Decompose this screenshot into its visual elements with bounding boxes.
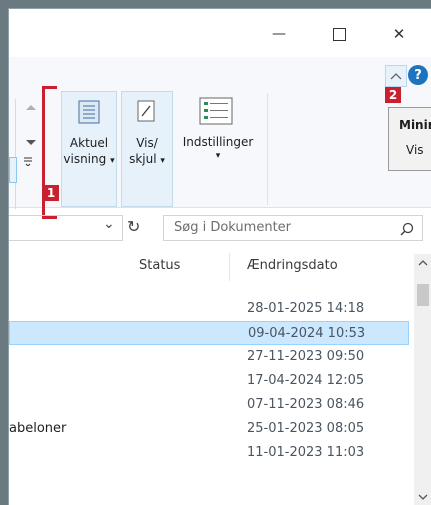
- scroll-down-icon[interactable]: [24, 139, 38, 147]
- chevron-up-icon: [390, 73, 402, 80]
- scroll-up-icon[interactable]: [24, 104, 38, 112]
- column-header-modified-label: Ændringsdato: [247, 258, 338, 273]
- ribbon: ? 1 Aktuel visning ▾ Vis/ skjul ▾ Indsti…: [9, 57, 431, 219]
- refresh-icon[interactable]: ↻: [127, 217, 140, 236]
- ribbon-divider: [267, 93, 268, 205]
- options-label: Indstillinger: [182, 135, 254, 149]
- scrollbar-thumb[interactable]: [417, 284, 429, 306]
- file-row[interactable]: 07-11-2023 08:46: [9, 393, 409, 417]
- chevron-down-icon: ▾: [215, 151, 221, 161]
- minimize-icon: —: [272, 26, 286, 42]
- close-icon: ✕: [392, 25, 406, 43]
- show-hide-icon: [137, 100, 155, 122]
- search-placeholder: Søg i Dokumenter: [174, 220, 292, 235]
- close-button[interactable]: ✕: [379, 19, 419, 49]
- current-view-label-2: visning ▾: [62, 152, 116, 169]
- tooltip: Minir Vis: [388, 107, 431, 171]
- callout-1: 1: [43, 185, 59, 201]
- current-view-button[interactable]: Aktuel visning ▾: [61, 91, 117, 207]
- current-view-icon: [78, 100, 100, 124]
- file-row[interactable]: abeloner 25-01-2023 08:05: [9, 417, 409, 441]
- options-button[interactable]: Indstillinger ▾: [175, 91, 261, 207]
- minimize-button[interactable]: —: [259, 19, 299, 49]
- column-header-modified[interactable]: Ændringsdato: [235, 253, 413, 281]
- file-row[interactable]: 17-04-2024 12:05: [9, 369, 409, 393]
- callout-2: 2: [385, 87, 401, 103]
- address-search-row: ⌄ ↻ Søg i Dokumenter: [9, 215, 431, 243]
- current-view-label-1: Aktuel: [69, 136, 109, 150]
- modified-date: 09-04-2024 10:53: [248, 326, 366, 341]
- show-hide-button[interactable]: Vis/ skjul ▾: [121, 91, 173, 207]
- file-row[interactable]: 09-04-2024 10:53: [9, 321, 409, 345]
- chevron-down-icon[interactable]: ⌄: [103, 216, 115, 232]
- scroll-down-arrow-icon[interactable]: [414, 490, 431, 504]
- file-row[interactable]: 11-01-2023 11:03: [9, 441, 409, 465]
- vertical-scrollbar[interactable]: [414, 254, 431, 505]
- modified-date: 17-04-2024 12:05: [247, 373, 365, 388]
- tooltip-body: Vis: [406, 143, 424, 157]
- bracket-top: [42, 86, 57, 89]
- chevron-down-icon: ▾: [160, 156, 165, 166]
- file-list: 28-01-2025 14:18 09-04-2024 10:53 27-11-20…: [9, 297, 409, 465]
- show-hide-label-2-text: skjul: [129, 152, 157, 166]
- search-input[interactable]: Søg i Dokumenter: [163, 215, 423, 241]
- current-view-label-2-text: visning: [63, 152, 107, 166]
- address-bar[interactable]: ⌄: [9, 215, 123, 241]
- help-button[interactable]: ?: [408, 65, 428, 85]
- maximize-icon: [332, 27, 346, 41]
- show-hide-label-1: Vis/: [136, 136, 158, 150]
- column-header-status-label: Status: [139, 258, 181, 273]
- modified-date: 11-01-2023 11:03: [247, 445, 365, 460]
- modified-date: 27-11-2023 09:50: [247, 349, 365, 364]
- column-header-status[interactable]: Status: [127, 253, 230, 281]
- show-hide-label-2: skjul ▾: [122, 152, 172, 169]
- file-row[interactable]: 27-11-2023 09:50: [9, 345, 409, 369]
- file-row[interactable]: 28-01-2025 14:18: [9, 297, 409, 321]
- maximize-button[interactable]: [319, 19, 359, 49]
- chevron-down-icon: ▾: [110, 156, 115, 166]
- partial-ribbon-item[interactable]: [9, 157, 17, 183]
- modified-date: 28-01-2025 14:18: [247, 301, 365, 316]
- scroll-up-arrow-icon[interactable]: [414, 256, 431, 270]
- modified-date: 07-11-2023 08:46: [247, 397, 365, 412]
- help-icon: ?: [414, 67, 422, 83]
- column-header-row: Status Ændringsdato: [9, 253, 431, 281]
- file-name: abeloner: [9, 421, 67, 436]
- options-icon: [199, 97, 233, 125]
- search-icon: [400, 222, 414, 236]
- tooltip-title: Minir: [399, 118, 431, 132]
- title-bar: — ✕: [9, 9, 431, 57]
- explorer-window: — ✕ ? 1 Aktuel visning ▾ Vis/ skjul ▾ In…: [8, 8, 431, 505]
- expand-icon[interactable]: [23, 151, 33, 167]
- collapse-ribbon-button[interactable]: [385, 65, 407, 87]
- modified-date: 25-01-2023 08:05: [247, 421, 365, 436]
